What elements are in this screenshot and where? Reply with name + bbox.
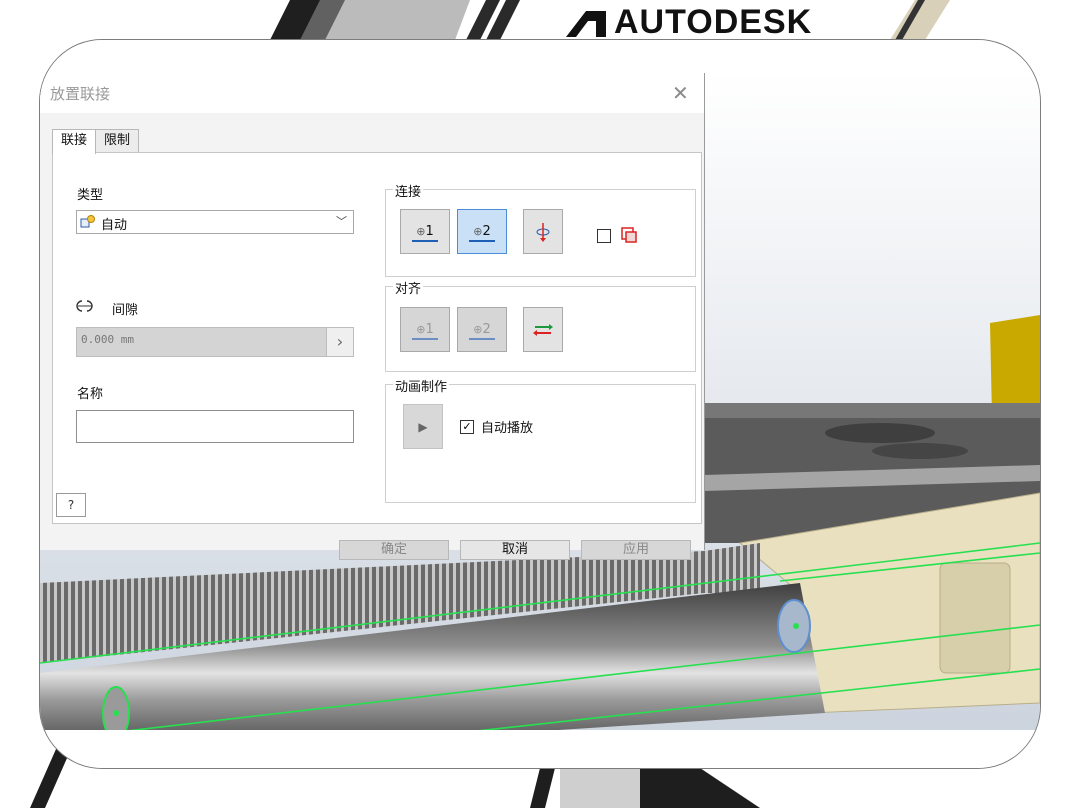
type-select-value: 自动 xyxy=(101,218,128,233)
name-label: 名称 xyxy=(77,387,104,402)
place-joint-dialog: 放置联接 ✕ 联接 限制 类型 自动 ﹀ 间隙 0.000 mm › 名称 连接… xyxy=(40,73,705,560)
autodesk-logo: AUTODESK xyxy=(566,4,812,40)
origin-1-icon: ⊕ xyxy=(416,225,426,238)
chevron-down-icon: ﹀ xyxy=(336,215,347,228)
align-2-button[interactable]: ⊕ 2 xyxy=(457,307,507,352)
dialog-titlebar: 放置联接 ✕ xyxy=(40,73,704,113)
autoplay-checkbox[interactable]: ✓ xyxy=(460,420,474,434)
help-button[interactable]: ? xyxy=(56,493,86,517)
close-icon[interactable]: ✕ xyxy=(672,81,689,105)
play-button[interactable]: ▶ xyxy=(403,404,443,449)
logo-text: AUTODESK xyxy=(614,3,813,41)
cancel-button[interactable]: 取消 xyxy=(460,540,570,560)
flip-component-button[interactable] xyxy=(523,209,563,254)
dialog-title: 放置联接 xyxy=(50,85,111,103)
gap-value: 0.000 mm xyxy=(81,333,134,346)
animation-group-title: 动画制作 xyxy=(393,376,450,395)
tab-joint[interactable]: 联接 xyxy=(52,129,97,154)
apply-button[interactable]: 应用 xyxy=(581,540,691,560)
help-icon: ? xyxy=(67,498,75,512)
gap-icon xyxy=(76,300,93,312)
chevron-right-icon[interactable]: › xyxy=(326,328,353,356)
type-label: 类型 xyxy=(77,188,104,203)
yellow-part xyxy=(990,315,1040,418)
autodesk-mark-icon xyxy=(566,11,606,37)
gap-label: 间隙 xyxy=(112,303,139,318)
screenshot-frame: 放置联接 ✕ 联接 限制 类型 自动 ﹀ 间隙 0.000 mm › 名称 连接… xyxy=(40,40,1040,768)
align-2-icon: ⊕ xyxy=(473,323,483,336)
auto-joint-icon xyxy=(80,215,95,228)
component-preview-icon xyxy=(621,227,637,243)
flip-align-icon xyxy=(533,323,553,336)
origin-1-button[interactable]: ⊕ 1 xyxy=(400,209,450,254)
origin-2-icon: ⊕ xyxy=(473,225,483,238)
flip-align-button[interactable] xyxy=(523,307,563,352)
name-input[interactable] xyxy=(76,410,354,443)
component-preview-checkbox[interactable] xyxy=(597,229,611,243)
ok-button[interactable]: 确定 xyxy=(339,540,449,560)
origin-2-button[interactable]: ⊕ 2 xyxy=(457,209,507,254)
connect-group-title: 连接 xyxy=(393,181,424,200)
type-select[interactable]: 自动 ﹀ xyxy=(76,210,354,234)
align-1-icon: ⊕ xyxy=(416,323,426,336)
align-1-button[interactable]: ⊕ 1 xyxy=(400,307,450,352)
gap-input[interactable]: 0.000 mm › xyxy=(76,327,354,357)
flip-component-icon xyxy=(536,222,550,242)
tab-bar: 联接 限制 xyxy=(52,129,140,154)
tab-limits[interactable]: 限制 xyxy=(95,129,140,152)
autoplay-label: 自动播放 xyxy=(481,421,534,436)
align-group-title: 对齐 xyxy=(393,278,424,297)
